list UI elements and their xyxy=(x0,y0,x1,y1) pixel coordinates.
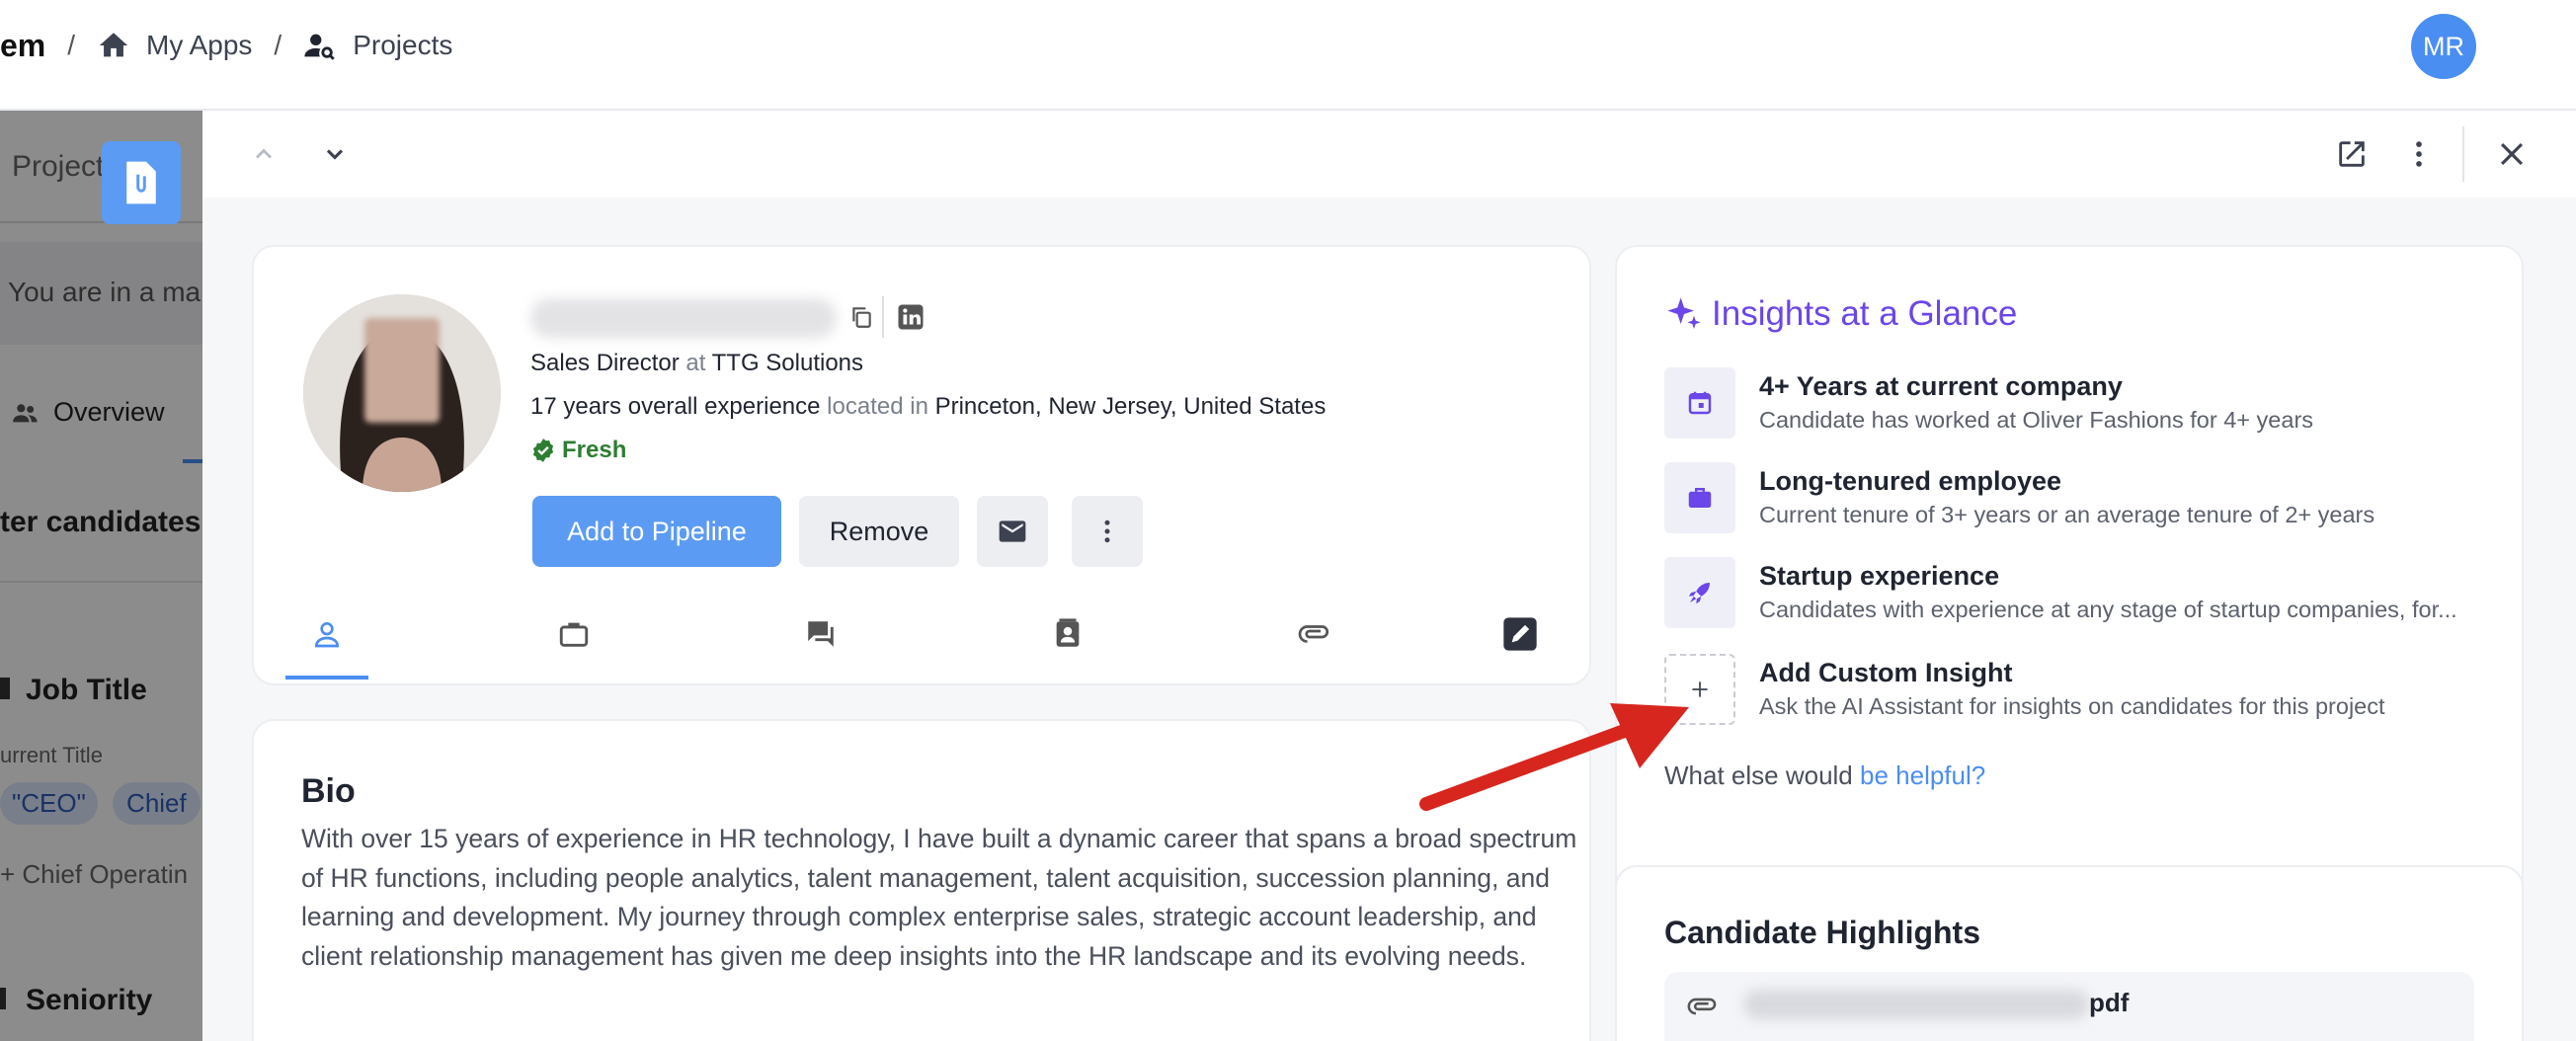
highlights-card: Candidate Highlights pdf xyxy=(1615,865,2524,1041)
insight-item: 4+ Years at current company Candidate ha… xyxy=(1664,367,2474,446)
calendar-icon xyxy=(1664,367,1735,439)
user-avatar[interactable]: MR xyxy=(2411,14,2476,79)
top-bar: em / My Apps / Projects MR xyxy=(0,0,2576,111)
breadcrumb-separator: / xyxy=(274,30,282,60)
document-clip-icon xyxy=(126,161,156,204)
verified-icon xyxy=(532,439,554,462)
modal-backdrop[interactable] xyxy=(0,111,202,1041)
next-candidate-button[interactable] xyxy=(311,130,359,178)
candidate-role: Sales Director at TTG Solutions xyxy=(530,350,864,376)
insight-subtitle: Candidate has worked at Oliver Fashions … xyxy=(1759,407,2314,433)
candidate-photo xyxy=(303,294,501,492)
edit-note-icon xyxy=(1503,617,1537,651)
more-vertical-icon xyxy=(1104,520,1110,543)
tab-experience[interactable] xyxy=(532,593,615,676)
email-button[interactable] xyxy=(977,496,1048,567)
insight-item: Startup experience Candidates with exper… xyxy=(1664,557,2474,636)
feedback-prompt: What else would be helpful? xyxy=(1664,761,1986,790)
insight-subtitle: Candidates with experience at any stage … xyxy=(1759,597,2457,622)
bio-title: Bio xyxy=(301,772,356,810)
add-custom-insight[interactable]: Add Custom Insight Ask the AI Assistant … xyxy=(1664,654,2474,733)
tab-notes[interactable] xyxy=(1479,593,1562,676)
candidate-drawer: Sales Director at TTG Solutions 17 years… xyxy=(202,111,2576,1041)
breadcrumb-projects[interactable]: Projects xyxy=(353,30,452,61)
highlight-file[interactable]: pdf xyxy=(1664,972,2474,1041)
annotation-arrow xyxy=(1419,703,1689,811)
insight-subtitle: Ask the AI Assistant for insights on can… xyxy=(1759,693,2385,719)
mail-icon xyxy=(999,520,1026,542)
insights-card: Insights at a Glance 4+ Years at current… xyxy=(1615,245,2524,958)
add-to-pipeline-button[interactable]: Add to Pipeline xyxy=(532,496,781,567)
paperclip-icon xyxy=(1298,625,1329,643)
insight-title: Startup experience xyxy=(1759,561,2000,591)
insight-subtitle: Current tenure of 3+ years or an average… xyxy=(1759,502,2375,527)
chevron-up-icon xyxy=(256,148,272,159)
file-extension: pdf xyxy=(2089,988,2130,1017)
briefcase-outline-icon xyxy=(559,622,589,647)
briefcase-icon xyxy=(1664,462,1735,533)
tab-messages[interactable] xyxy=(779,593,862,676)
more-actions-button[interactable] xyxy=(1072,496,1143,567)
paperclip-icon xyxy=(1687,998,1717,1015)
file-name-redacted xyxy=(1743,990,2089,1019)
person-search-icon xyxy=(303,29,337,62)
breadcrumb-separator: / xyxy=(67,30,76,60)
linkedin-icon[interactable] xyxy=(896,302,926,337)
breadcrumb-truncated[interactable]: em xyxy=(0,28,45,64)
profile-tabs xyxy=(254,593,1546,681)
open-in-new-icon xyxy=(2339,141,2365,167)
chevron-down-icon xyxy=(326,149,344,160)
chat-icon xyxy=(808,621,834,647)
open-in-new-button[interactable] xyxy=(2328,130,2375,178)
candidate-experience: 17 years overall experience located in P… xyxy=(530,393,1327,420)
more-vertical-icon xyxy=(2416,141,2422,167)
insights-title: Insights at a Glance xyxy=(1664,294,2017,334)
insight-title: Add Custom Insight xyxy=(1759,658,2013,687)
close-icon xyxy=(2500,142,2524,166)
copy-icon[interactable] xyxy=(848,304,874,335)
highlights-title: Candidate Highlights xyxy=(1664,915,1980,950)
insight-title: 4+ Years at current company xyxy=(1759,371,2123,401)
feedback-link[interactable]: be helpful? xyxy=(1860,761,1985,790)
attachment-doc-button[interactable] xyxy=(102,141,181,224)
drawer-header xyxy=(202,111,2576,198)
previous-candidate-button[interactable] xyxy=(240,130,287,178)
breadcrumb: em / My Apps / Projects xyxy=(0,26,452,65)
home-icon xyxy=(97,29,130,62)
remove-button[interactable]: Remove xyxy=(799,496,959,567)
sparkle-icon xyxy=(1667,297,1701,329)
tab-profile[interactable] xyxy=(285,593,368,676)
profile-card: Sales Director at TTG Solutions 17 years… xyxy=(252,245,1591,685)
tab-contact[interactable] xyxy=(1026,593,1109,676)
bio-text: With over 15 years of experience in HR t… xyxy=(301,824,1577,971)
breadcrumb-my-apps[interactable]: My Apps xyxy=(146,30,252,61)
candidate-name-redacted xyxy=(530,298,837,338)
insight-item: Long-tenured employee Current tenure of … xyxy=(1664,462,2474,541)
tab-attachments[interactable] xyxy=(1273,593,1356,676)
person-icon xyxy=(314,622,340,648)
contact-card-icon xyxy=(1056,618,1080,647)
more-options-button[interactable] xyxy=(2395,130,2443,178)
close-button[interactable] xyxy=(2488,130,2536,178)
bio-card: Bio With over 15 years of experience in … xyxy=(252,719,1591,1041)
rocket-icon xyxy=(1664,557,1735,628)
insight-title: Long-tenured employee xyxy=(1759,466,2062,496)
status-badge: Fresh xyxy=(530,437,626,464)
